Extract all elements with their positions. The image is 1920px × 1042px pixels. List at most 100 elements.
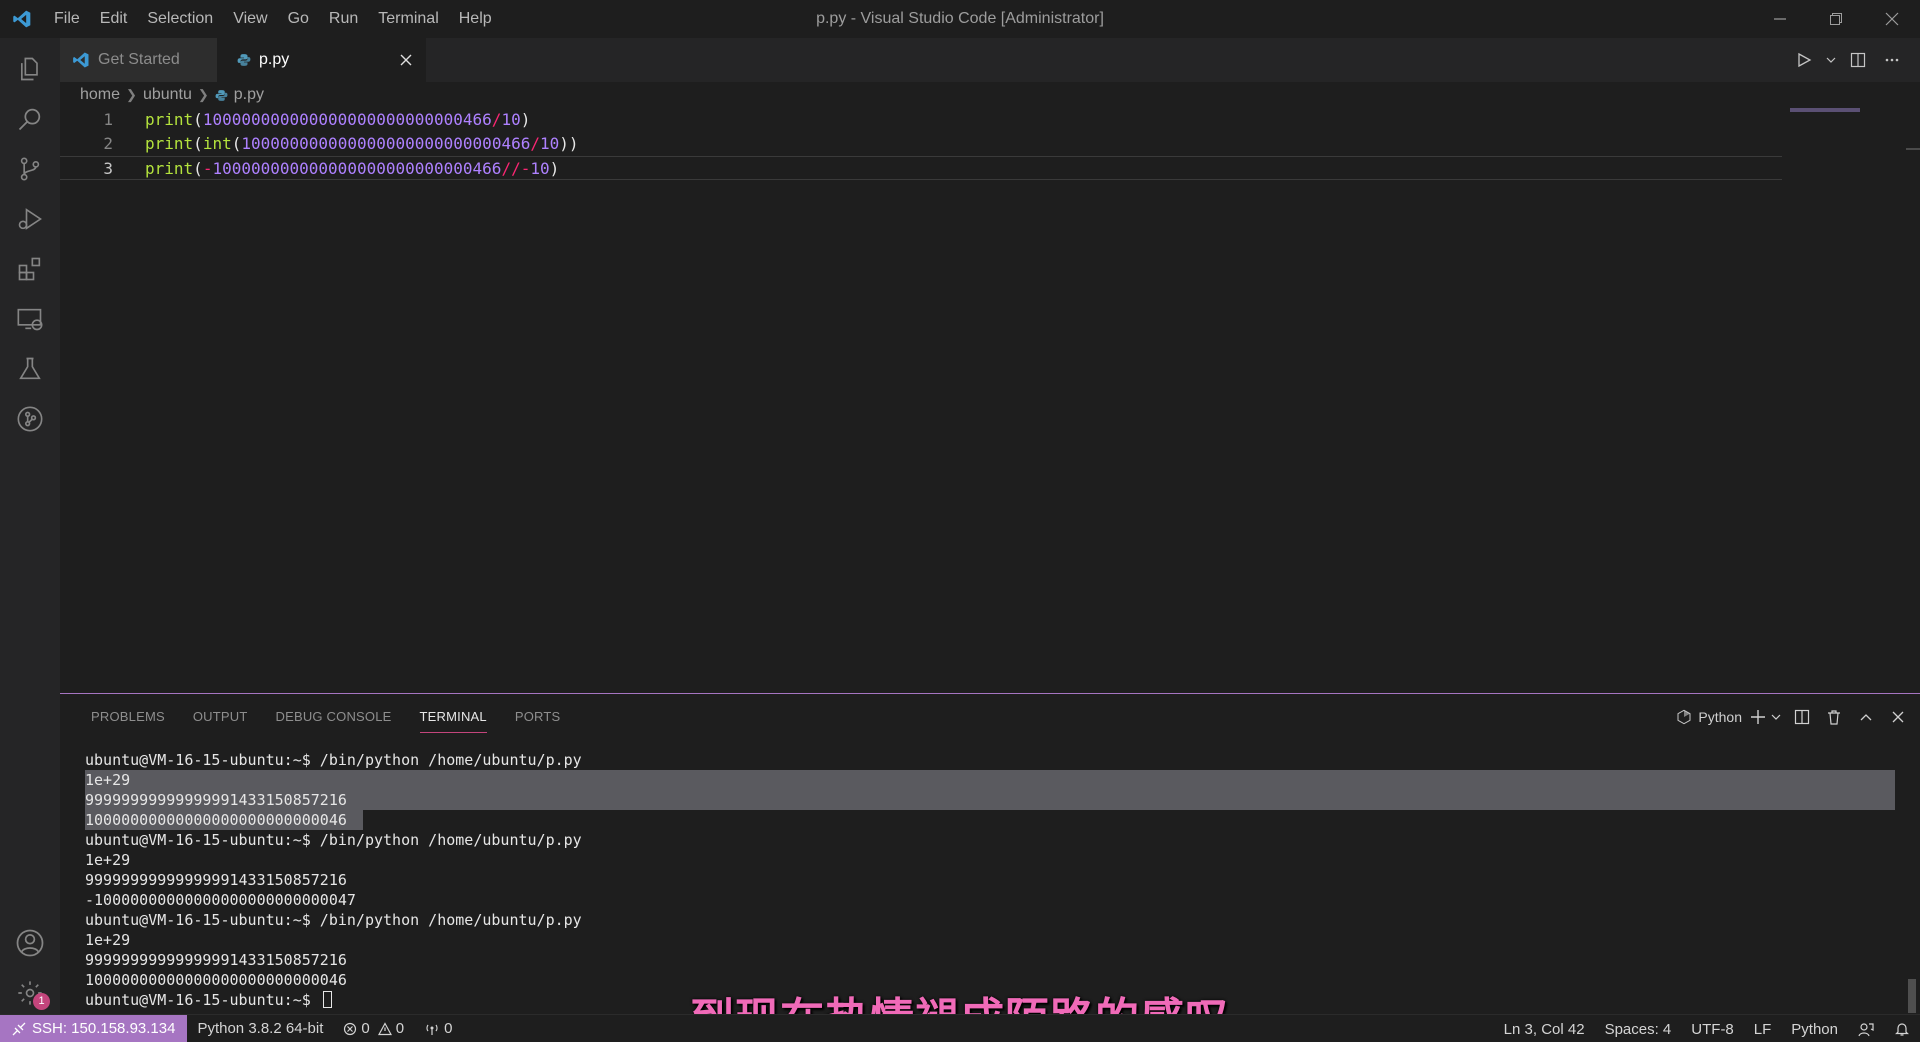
python-file-icon — [215, 89, 228, 101]
split-terminal-icon[interactable] — [1790, 704, 1814, 730]
code-text: print(int(100000000000000000000000000466… — [145, 134, 579, 153]
git-graph-icon[interactable] — [0, 394, 60, 444]
menu-view[interactable]: View — [223, 0, 277, 38]
ports-count: 0 — [444, 1020, 453, 1037]
tab-ports[interactable]: PORTS — [515, 702, 561, 732]
editor-actions — [1790, 38, 1906, 82]
chevron-down-icon[interactable] — [1770, 711, 1782, 723]
terminal-line: 99999999999999991433150857216 — [85, 871, 347, 889]
remote-explorer-icon[interactable] — [0, 294, 60, 344]
feedback-icon[interactable] — [1848, 1021, 1884, 1037]
encoding[interactable]: UTF-8 — [1681, 1021, 1744, 1038]
language-mode[interactable]: Python — [1781, 1021, 1848, 1038]
split-editor-icon[interactable] — [1844, 46, 1872, 74]
testing-icon[interactable] — [0, 344, 60, 394]
run-python-file-button[interactable] — [1790, 46, 1818, 74]
terminal-output[interactable]: ubuntu@VM-16-15-ubuntu:~$ /bin/python /h… — [85, 750, 1905, 1010]
tab-label: p.py — [259, 50, 290, 68]
code-text: print(-100000000000000000000000000466//-… — [145, 159, 560, 178]
tab-output[interactable]: OUTPUT — [193, 702, 248, 732]
error-icon — [344, 1022, 357, 1035]
new-terminal-button[interactable] — [1750, 704, 1782, 730]
shell-label: Python — [1698, 709, 1742, 725]
code-editor[interactable]: 1 print(100000000000000000000000000466/1… — [60, 108, 1920, 693]
status-bar: SSH: 150.158.93.134 Python 3.8.2 64-bit … — [0, 1014, 1920, 1042]
remote-indicator[interactable]: SSH: 150.158.93.134 — [0, 1014, 188, 1042]
source-control-icon[interactable] — [0, 144, 60, 194]
menu-file[interactable]: File — [44, 0, 90, 38]
breadcrumb-home[interactable]: home — [80, 86, 120, 104]
menu-go[interactable]: Go — [278, 0, 319, 38]
code-text: print(100000000000000000000000000466/10) — [145, 110, 531, 129]
breadcrumb-ubuntu[interactable]: ubuntu — [143, 86, 192, 104]
line-number: 2 — [103, 134, 113, 153]
tab-label: Get Started — [98, 51, 180, 68]
menu-terminal[interactable]: Terminal — [368, 0, 448, 38]
line-number: 3 — [103, 159, 113, 178]
extensions-icon[interactable] — [0, 244, 60, 294]
remote-icon — [12, 1022, 26, 1035]
menu-selection[interactable]: Selection — [137, 0, 223, 38]
status-right: Ln 3, Col 42 Spaces: 4 UTF-8 LF Python — [1494, 1015, 1920, 1042]
code-line[interactable]: 1 print(100000000000000000000000000466/1… — [60, 108, 1860, 132]
run-debug-icon[interactable] — [0, 194, 60, 244]
search-icon[interactable] — [0, 94, 60, 144]
terminal-line: 10000000000000000000000000046 — [85, 811, 347, 829]
remote-host: SSH: 150.158.93.134 — [32, 1020, 176, 1037]
minimize-button[interactable] — [1752, 0, 1808, 38]
editor-tab-bar: Get Started p.py — [60, 38, 1920, 82]
tab-get-started[interactable]: Get Started — [60, 38, 217, 82]
minimap[interactable] — [1790, 108, 1860, 112]
explorer-icon[interactable] — [0, 44, 60, 94]
chevron-right-icon: ❯ — [126, 87, 137, 102]
indentation[interactable]: Spaces: 4 — [1595, 1021, 1682, 1038]
terminal-line: -10000000000000000000000000047 — [85, 891, 356, 909]
notifications-bell-icon[interactable] — [1884, 1021, 1920, 1037]
breadcrumb-file[interactable]: p.py — [234, 86, 264, 104]
terminal-shell-selector[interactable]: Python — [1676, 704, 1742, 730]
accounts-icon[interactable] — [0, 918, 60, 968]
chevron-right-icon: ❯ — [197, 87, 209, 102]
problems-indicator[interactable]: 0 0 — [333, 1020, 414, 1037]
editor-scrollbar[interactable] — [1906, 148, 1920, 150]
window-controls — [1752, 0, 1920, 38]
vscode-logo-icon — [0, 0, 44, 38]
terminal-line: 1e+29 — [85, 851, 131, 869]
terminal-line: ubuntu@VM-16-15-ubuntu:~$ /bin/python /h… — [85, 751, 582, 769]
maximize-panel-icon[interactable] — [1854, 704, 1878, 730]
terminal-line: 99999999999999991433150857216 — [85, 791, 347, 809]
code-line[interactable]: 2 print(int(1000000000000000000000000004… — [60, 132, 1860, 156]
code-line-current[interactable]: 3 print(-100000000000000000000000000466/… — [60, 156, 1782, 180]
close-window-button[interactable] — [1864, 0, 1920, 38]
close-panel-icon[interactable] — [1886, 704, 1910, 730]
python-icon — [1677, 709, 1691, 725]
bottom-panel: PROBLEMS OUTPUT DEBUG CONSOLE TERMINAL P… — [60, 693, 1920, 1014]
terminal-line: 1e+29 — [85, 771, 131, 789]
end-of-line[interactable]: LF — [1744, 1021, 1782, 1038]
python-file-icon — [237, 53, 251, 66]
more-actions-icon[interactable] — [1878, 46, 1906, 74]
warning-count: 0 — [395, 1020, 405, 1037]
menu-run[interactable]: Run — [319, 0, 368, 38]
activity-bar: 1 — [0, 38, 60, 1014]
terminal-line: ubuntu@VM-16-15-ubuntu:~$ /bin/python /h… — [85, 831, 582, 849]
python-interpreter[interactable]: Python 3.8.2 64-bit — [187, 1020, 333, 1037]
terminal-line: 1e+29 — [85, 931, 131, 949]
cursor-position[interactable]: Ln 3, Col 42 — [1494, 1021, 1595, 1038]
breadcrumb: home ❯ ubuntu ❯ p.py — [80, 82, 264, 108]
interpreter-label: Python 3.8.2 64-bit — [197, 1020, 324, 1037]
tab-p-py[interactable]: p.py — [217, 38, 426, 82]
menu-edit[interactable]: Edit — [90, 0, 138, 38]
chevron-down-icon[interactable] — [1824, 46, 1838, 74]
close-icon[interactable] — [396, 50, 416, 70]
trash-icon[interactable] — [1822, 704, 1846, 730]
title-bar: File Edit Selection View Go Run Terminal… — [0, 0, 1920, 38]
restore-button[interactable] — [1808, 0, 1864, 38]
menu-help[interactable]: Help — [449, 0, 502, 38]
tab-problems[interactable]: PROBLEMS — [91, 702, 165, 732]
terminal-line: 99999999999999991433150857216 — [85, 951, 347, 969]
tab-terminal[interactable]: TERMINAL — [419, 702, 487, 733]
ports-indicator[interactable]: 0 — [414, 1020, 462, 1037]
warning-icon — [377, 1021, 392, 1035]
tab-debug-console[interactable]: DEBUG CONSOLE — [276, 702, 392, 732]
